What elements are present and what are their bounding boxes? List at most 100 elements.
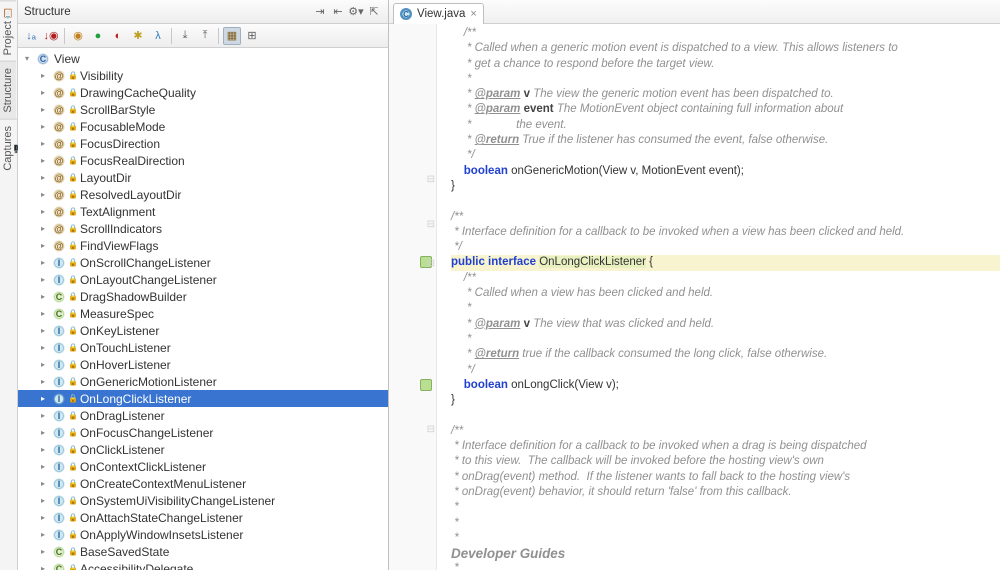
show-inherited-icon[interactable]: ◐ — [109, 27, 127, 45]
close-tab-icon[interactable]: × — [470, 8, 476, 20]
tree-node-resolvedlayoutdir[interactable]: ▸ 🔒 ResolvedLayoutDir — [18, 186, 388, 203]
tree-node-focusrealdirection[interactable]: ▸ 🔒 FocusRealDirection — [18, 152, 388, 169]
tree-node-findviewflags[interactable]: ▸ 🔒 FindViewFlags — [18, 237, 388, 254]
expand-toggle[interactable]: ▸ — [38, 309, 48, 319]
tree-node-ongenericmotionlistener[interactable]: ▸ 🔒 OnGenericMotionListener — [18, 373, 388, 390]
expand-toggle[interactable]: ▸ — [38, 258, 48, 268]
expand-toggle[interactable]: ▸ — [38, 275, 48, 285]
tree-root-view[interactable]: ▾ View — [18, 50, 388, 67]
expand-toggle[interactable]: ▸ — [38, 139, 48, 149]
expand-toggle[interactable]: ▸ — [38, 190, 48, 200]
expand-toggle[interactable]: ▾ — [22, 54, 32, 64]
expand-toggle[interactable]: ▸ — [38, 530, 48, 540]
expand-toggle[interactable]: ▸ — [38, 564, 48, 570]
sort-visibility-icon[interactable]: ↓◉ — [42, 27, 60, 45]
expand-toggle[interactable]: ▸ — [38, 241, 48, 251]
tree-node-onapplywindowinsetslistener[interactable]: ▸ 🔒 OnApplyWindowInsetsListener — [18, 526, 388, 543]
tree-node-ondraglistener[interactable]: ▸ 🔒 OnDragListener — [18, 407, 388, 424]
expand-toggle[interactable]: ▸ — [38, 326, 48, 336]
tree-node-onsystemuivisibilitychangelistener[interactable]: ▸ 🔒 OnSystemUiVisibilityChangeListener — [18, 492, 388, 509]
expand-toggle[interactable]: ▸ — [38, 411, 48, 421]
tree-node-measurespec[interactable]: ▸ 🔒 MeasureSpec — [18, 305, 388, 322]
show-lambda-icon[interactable]: λ — [149, 27, 167, 45]
iface-icon — [52, 494, 66, 508]
expand-toggle[interactable]: ▸ — [38, 479, 48, 489]
expand-toggle[interactable]: ▸ — [38, 224, 48, 234]
expand-toggle[interactable]: ▸ — [38, 88, 48, 98]
expand-toggle[interactable]: ▸ — [38, 462, 48, 472]
editor-tab-view[interactable]: C View.java × — [393, 3, 484, 24]
lock-icon: 🔒 — [68, 547, 78, 556]
fold-marker[interactable]: ⊟ — [427, 258, 435, 269]
code-line: * — [451, 72, 1000, 87]
show-fields-icon[interactable]: ◉ — [69, 27, 87, 45]
editor-gutter[interactable]: ⊟ ⊟ ⊟ ⊟ — [389, 24, 437, 570]
expand-toggle[interactable]: ▸ — [38, 547, 48, 557]
annot-icon — [52, 69, 66, 83]
code-line: * get a chance to respond before the tar… — [451, 57, 1000, 72]
expand-toggle[interactable]: ▸ — [38, 377, 48, 387]
tree-node-onlayoutchangelistener[interactable]: ▸ 🔒 OnLayoutChangeListener — [18, 271, 388, 288]
expand-toggle[interactable]: ▸ — [38, 207, 48, 217]
expand-toggle[interactable]: ▸ — [38, 156, 48, 166]
expand-toggle[interactable]: ▸ — [38, 105, 48, 115]
autoscroll-from-icon[interactable]: ⤒ — [196, 27, 214, 45]
tree-node-drawingcachequality[interactable]: ▸ 🔒 DrawingCacheQuality — [18, 84, 388, 101]
tree-node-onattachstatechangelistener[interactable]: ▸ 🔒 OnAttachStateChangeListener — [18, 509, 388, 526]
tree-node-onkeylistener[interactable]: ▸ 🔒 OnKeyListener — [18, 322, 388, 339]
tree-node-visibility[interactable]: ▸ 🔒 Visibility — [18, 67, 388, 84]
hide-icon[interactable]: ⇱ — [366, 4, 382, 20]
tree-node-textalignment[interactable]: ▸ 🔒 TextAlignment — [18, 203, 388, 220]
show-properties-icon[interactable]: ⊞ — [243, 27, 261, 45]
sort-alpha-icon[interactable]: ↓ₐ — [22, 27, 40, 45]
autoscroll-to-icon[interactable]: ⤓ — [176, 27, 194, 45]
tree-node-ontouchlistener[interactable]: ▸ 🔒 OnTouchListener — [18, 339, 388, 356]
structure-tree[interactable]: ▾ View ▸ 🔒 Visibility▸ 🔒 DrawingCacheQua… — [18, 48, 388, 570]
tree-node-scrollbarstyle[interactable]: ▸ 🔒 ScrollBarStyle — [18, 101, 388, 118]
tree-node-label: OnLayoutChangeListener — [80, 273, 217, 287]
tree-node-label: FocusableMode — [80, 120, 165, 134]
tree-node-focusablemode[interactable]: ▸ 🔒 FocusableMode — [18, 118, 388, 135]
expand-toggle[interactable]: ▸ — [38, 71, 48, 81]
tree-node-oncreatecontextmenulistener[interactable]: ▸ 🔒 OnCreateContextMenuListener — [18, 475, 388, 492]
tree-node-onclicklistener[interactable]: ▸ 🔒 OnClickListener — [18, 441, 388, 458]
fold-marker[interactable]: ⊟ — [427, 219, 435, 230]
settings-icon[interactable]: ⚙▾ — [348, 4, 364, 20]
tree-node-onhoverlistener[interactable]: ▸ 🔒 OnHoverListener — [18, 356, 388, 373]
expand-all-icon[interactable]: ⇥ — [312, 4, 328, 20]
code-line: * — [451, 301, 1000, 316]
code-area[interactable]: /** * Called when a generic motion event… — [437, 24, 1000, 570]
expand-toggle[interactable]: ▸ — [38, 292, 48, 302]
fold-marker[interactable]: ⊟ — [427, 424, 435, 435]
tree-node-onfocuschangelistener[interactable]: ▸ 🔒 OnFocusChangeListener — [18, 424, 388, 441]
expand-toggle[interactable]: ▸ — [38, 360, 48, 370]
expand-toggle[interactable]: ▸ — [38, 513, 48, 523]
tree-node-layoutdir[interactable]: ▸ 🔒 LayoutDir — [18, 169, 388, 186]
project-tab[interactable]: Project 📋 — [0, 0, 16, 61]
tree-node-focusdirection[interactable]: ▸ 🔒 FocusDirection — [18, 135, 388, 152]
expand-toggle[interactable]: ▸ — [38, 428, 48, 438]
show-anon-icon[interactable]: ✱ — [129, 27, 147, 45]
tree-node-onlongclicklistener[interactable]: ▸ 🔒 OnLongClickListener — [18, 390, 388, 407]
expand-toggle[interactable]: ▸ — [38, 173, 48, 183]
tree-node-oncontextclicklistener[interactable]: ▸ 🔒 OnContextClickListener — [18, 458, 388, 475]
fold-marker[interactable]: ⊟ — [427, 174, 435, 185]
structure-tab[interactable]: Structure — [0, 61, 16, 119]
code-line: * @param v The view the generic motion e… — [451, 87, 1000, 102]
impl-marker-icon[interactable] — [420, 379, 432, 391]
editor-body: ⊟ ⊟ ⊟ ⊟ /** * Called when a generic moti… — [389, 24, 1000, 570]
expand-toggle[interactable]: ▸ — [38, 343, 48, 353]
group-methods-icon[interactable]: ▦ — [223, 27, 241, 45]
tree-node-onscrollchangelistener[interactable]: ▸ 🔒 OnScrollChangeListener — [18, 254, 388, 271]
collapse-all-icon[interactable]: ⇤ — [330, 4, 346, 20]
tree-node-basesavedstate[interactable]: ▸ 🔒 BaseSavedState — [18, 543, 388, 560]
tree-node-accessibilitydelegate[interactable]: ▸ 🔒 AccessibilityDelegate — [18, 560, 388, 570]
expand-toggle[interactable]: ▸ — [38, 122, 48, 132]
tree-node-scrollindicators[interactable]: ▸ 🔒 ScrollIndicators — [18, 220, 388, 237]
expand-toggle[interactable]: ▸ — [38, 394, 48, 404]
tree-node-label: AccessibilityDelegate — [80, 562, 193, 570]
show-methods-icon[interactable]: ● — [89, 27, 107, 45]
expand-toggle[interactable]: ▸ — [38, 445, 48, 455]
tree-node-dragshadowbuilder[interactable]: ▸ 🔒 DragShadowBuilder — [18, 288, 388, 305]
expand-toggle[interactable]: ▸ — [38, 496, 48, 506]
